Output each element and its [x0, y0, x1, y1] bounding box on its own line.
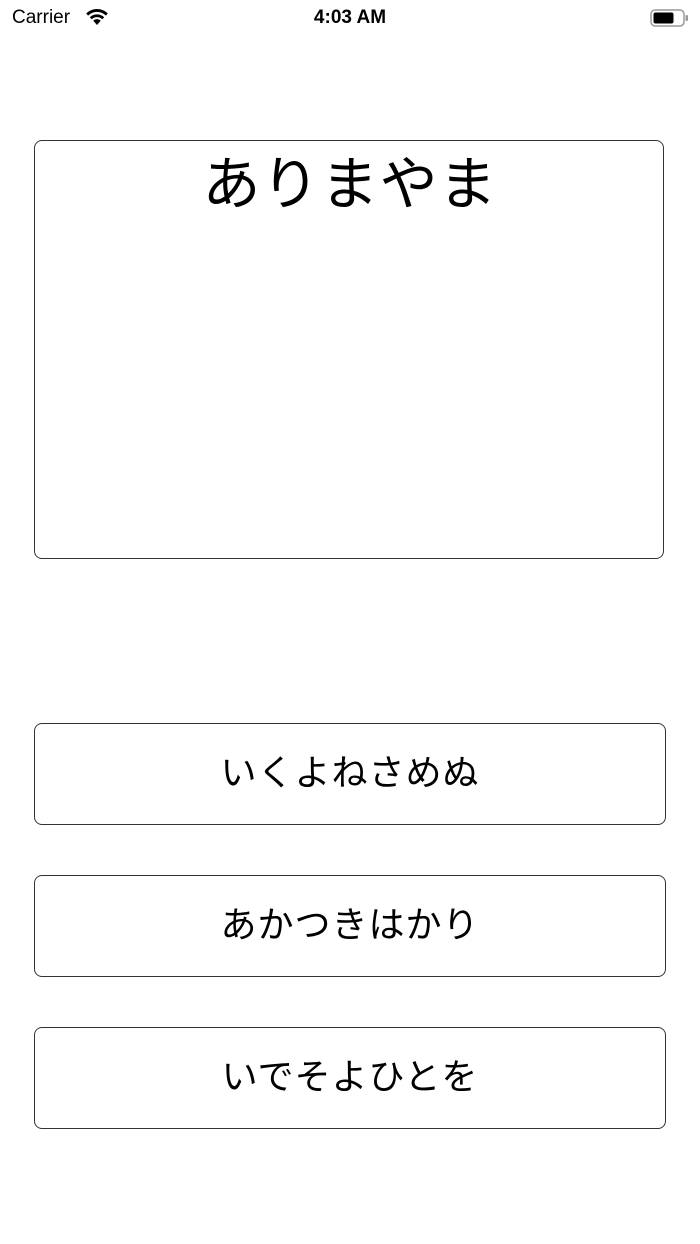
answer-label: あかつきはかり [220, 905, 480, 946]
status-bar: Carrier 4:03 AM [0, 0, 700, 36]
answer-button-1[interactable]: いくよねさめぬ [34, 723, 666, 825]
answer-label: いくよねさめぬ [220, 753, 480, 794]
question-text: ありまやま [202, 150, 498, 218]
answer-label: いでそよひとを [221, 1057, 479, 1098]
status-time: 4:03 AM [313, 7, 387, 28]
answer-button-2[interactable]: あかつきはかり [34, 875, 666, 977]
answer-button-3[interactable]: いでそよひとを [34, 1027, 666, 1129]
battery-icon [650, 9, 688, 27]
